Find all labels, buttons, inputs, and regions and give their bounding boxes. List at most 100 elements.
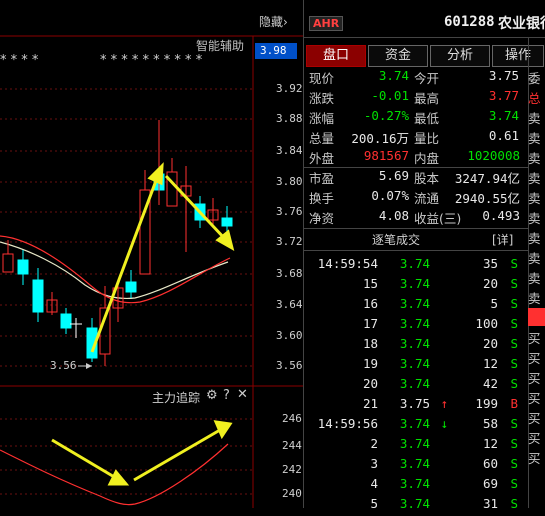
value-pe: 5.69 — [378, 168, 409, 183]
y-tick: 3.84 — [276, 144, 303, 157]
tab-analysis[interactable]: 分析 — [430, 45, 490, 67]
quote-row: 涨幅 -0.27% 最低 3.74 — [304, 108, 526, 127]
market-tag[interactable]: AHR — [309, 16, 344, 31]
trade-side: S — [510, 456, 518, 471]
trade-side: S — [510, 336, 518, 351]
tab-funds[interactable]: 资金 — [368, 45, 428, 67]
label-outer-volume: 外盘 — [309, 151, 335, 166]
close-icon[interactable]: ✕ — [237, 387, 248, 402]
trade-row: 17 3.74 100 S — [304, 316, 526, 336]
trade-row: 2 3.74 12 S — [304, 436, 526, 456]
label-price: 现价 — [309, 71, 335, 86]
order-book-label: 卖 — [528, 131, 541, 146]
value-eps: 0.493 — [482, 208, 520, 223]
kline-chart[interactable]: * * * * * * * * * * * * * * 智能辅助 3.98 3.… — [0, 0, 303, 508]
y-tick: 3.80 — [276, 175, 303, 188]
value-open: 3.75 — [488, 68, 519, 83]
order-book-label: 买 — [528, 411, 541, 426]
order-book-label: 总 — [528, 91, 541, 106]
trade-volume: 35 — [482, 256, 498, 271]
quote-row: 总量 200.16万 量比 0.61 — [304, 128, 526, 147]
trade-price: 3.74 — [399, 456, 430, 471]
trade-volume: 20 — [482, 276, 498, 291]
order-book-label: 买 — [528, 431, 541, 446]
trade-row: 20 3.74 42 S — [304, 376, 526, 396]
trade-row: 16 3.74 5 S — [304, 296, 526, 316]
value-change: -0.01 — [371, 88, 409, 103]
value-nav: 4.08 — [378, 208, 409, 223]
order-book-label: 买 — [528, 391, 541, 406]
order-book-label: 卖 — [528, 111, 541, 126]
y-tick: 3.60 — [276, 329, 303, 342]
fundamental-row: 净资 4.08 收益(三) 0.493 — [304, 208, 526, 227]
trade-row: 14:59:56 3.74 ↓ 58 S — [304, 416, 526, 436]
indicator-y-tick: 244 — [282, 439, 302, 452]
label-shares: 股本 — [414, 171, 440, 186]
trade-volume: 5 — [490, 296, 498, 311]
trade-time: 20 — [362, 376, 378, 391]
trade-time: 21 — [362, 396, 378, 411]
fundamental-row: 市盈 5.69 股本 3247.94亿 — [304, 168, 526, 187]
trade-price: 3.74 — [399, 496, 430, 511]
value-volume: 200.16万 — [351, 131, 409, 146]
label-change-pct: 涨幅 — [309, 111, 335, 126]
indicator-y-tick: 246 — [282, 412, 302, 425]
order-book-label: 卖 — [528, 191, 541, 206]
trade-side: S — [510, 416, 518, 431]
order-book-label: 卖 — [528, 291, 541, 306]
trade-time: 18 — [362, 336, 378, 351]
trades-title: 逐笔成交 — [372, 233, 421, 247]
order-book-label: 卖 — [528, 271, 541, 286]
order-book-label: 买 — [528, 451, 541, 466]
trade-volume: 12 — [482, 436, 498, 451]
indicator-y-tick: 240 — [282, 487, 302, 500]
trade-row: 15 3.74 20 S — [304, 276, 526, 296]
trade-volume: 199 — [475, 396, 498, 411]
value-high: 3.77 — [488, 88, 519, 103]
trade-side: B — [510, 396, 518, 411]
trades-detail-link[interactable]: [详] — [492, 231, 513, 248]
value-price: 3.74 — [378, 68, 409, 83]
help-icon[interactable]: ? — [223, 388, 230, 403]
kline-chart-svg[interactable] — [0, 0, 303, 508]
trade-direction-icon: ↓ — [440, 416, 448, 431]
trade-volume: 100 — [475, 316, 498, 331]
trade-volume: 20 — [482, 336, 498, 351]
trade-time: 2 — [370, 436, 378, 451]
label-open: 今开 — [414, 71, 440, 86]
hide-panel-button[interactable]: 隐藏› — [259, 13, 288, 30]
trade-row: 14:59:54 3.74 35 S — [304, 256, 526, 276]
value-float: 2940.55亿 — [454, 191, 520, 206]
trade-volume: 31 — [482, 496, 498, 511]
value-change-pct: -0.27% — [363, 108, 409, 123]
order-book-label: 卖 — [528, 231, 541, 246]
indicator-title[interactable]: 主力追踪 — [152, 389, 200, 406]
low-price-marker: 3.56 — [50, 359, 77, 372]
fundamental-row: 换手 0.07% 流通 2940.55亿 — [304, 188, 526, 207]
chevron-right-icon: › — [283, 15, 288, 29]
value-inner-volume: 1020008 — [467, 148, 520, 163]
trade-volume: 60 — [482, 456, 498, 471]
trade-side: S — [510, 256, 518, 271]
order-book-label: 委 — [528, 71, 541, 86]
label-volume: 总量 — [309, 131, 335, 146]
trade-volume: 12 — [482, 356, 498, 371]
smart-assist-label[interactable]: 智能辅助 — [196, 37, 244, 54]
tab-handicap[interactable]: 盘口 — [306, 45, 366, 67]
trade-side: S — [510, 316, 518, 331]
order-book-label: 卖 — [528, 251, 541, 266]
trade-price: 3.75 — [399, 396, 430, 411]
order-book-label: 买 — [528, 331, 541, 346]
gear-icon[interactable]: ⚙ — [206, 388, 218, 403]
label-eps: 收益(三) — [414, 211, 462, 226]
y-tick: 3.68 — [276, 267, 303, 280]
order-book-label: 买 — [528, 351, 541, 366]
trade-price: 3.74 — [399, 296, 430, 311]
tab-operation[interactable]: 操作 — [492, 45, 544, 67]
y-tick: 3.76 — [276, 205, 303, 218]
quote-row: 外盘 981567 内盘 1020008 — [304, 148, 526, 167]
quote-row: 现价 3.74 今开 3.75 — [304, 68, 526, 87]
value-shares: 3247.94亿 — [454, 171, 520, 186]
trade-time: 15 — [362, 276, 378, 291]
trade-volume: 69 — [482, 476, 498, 491]
